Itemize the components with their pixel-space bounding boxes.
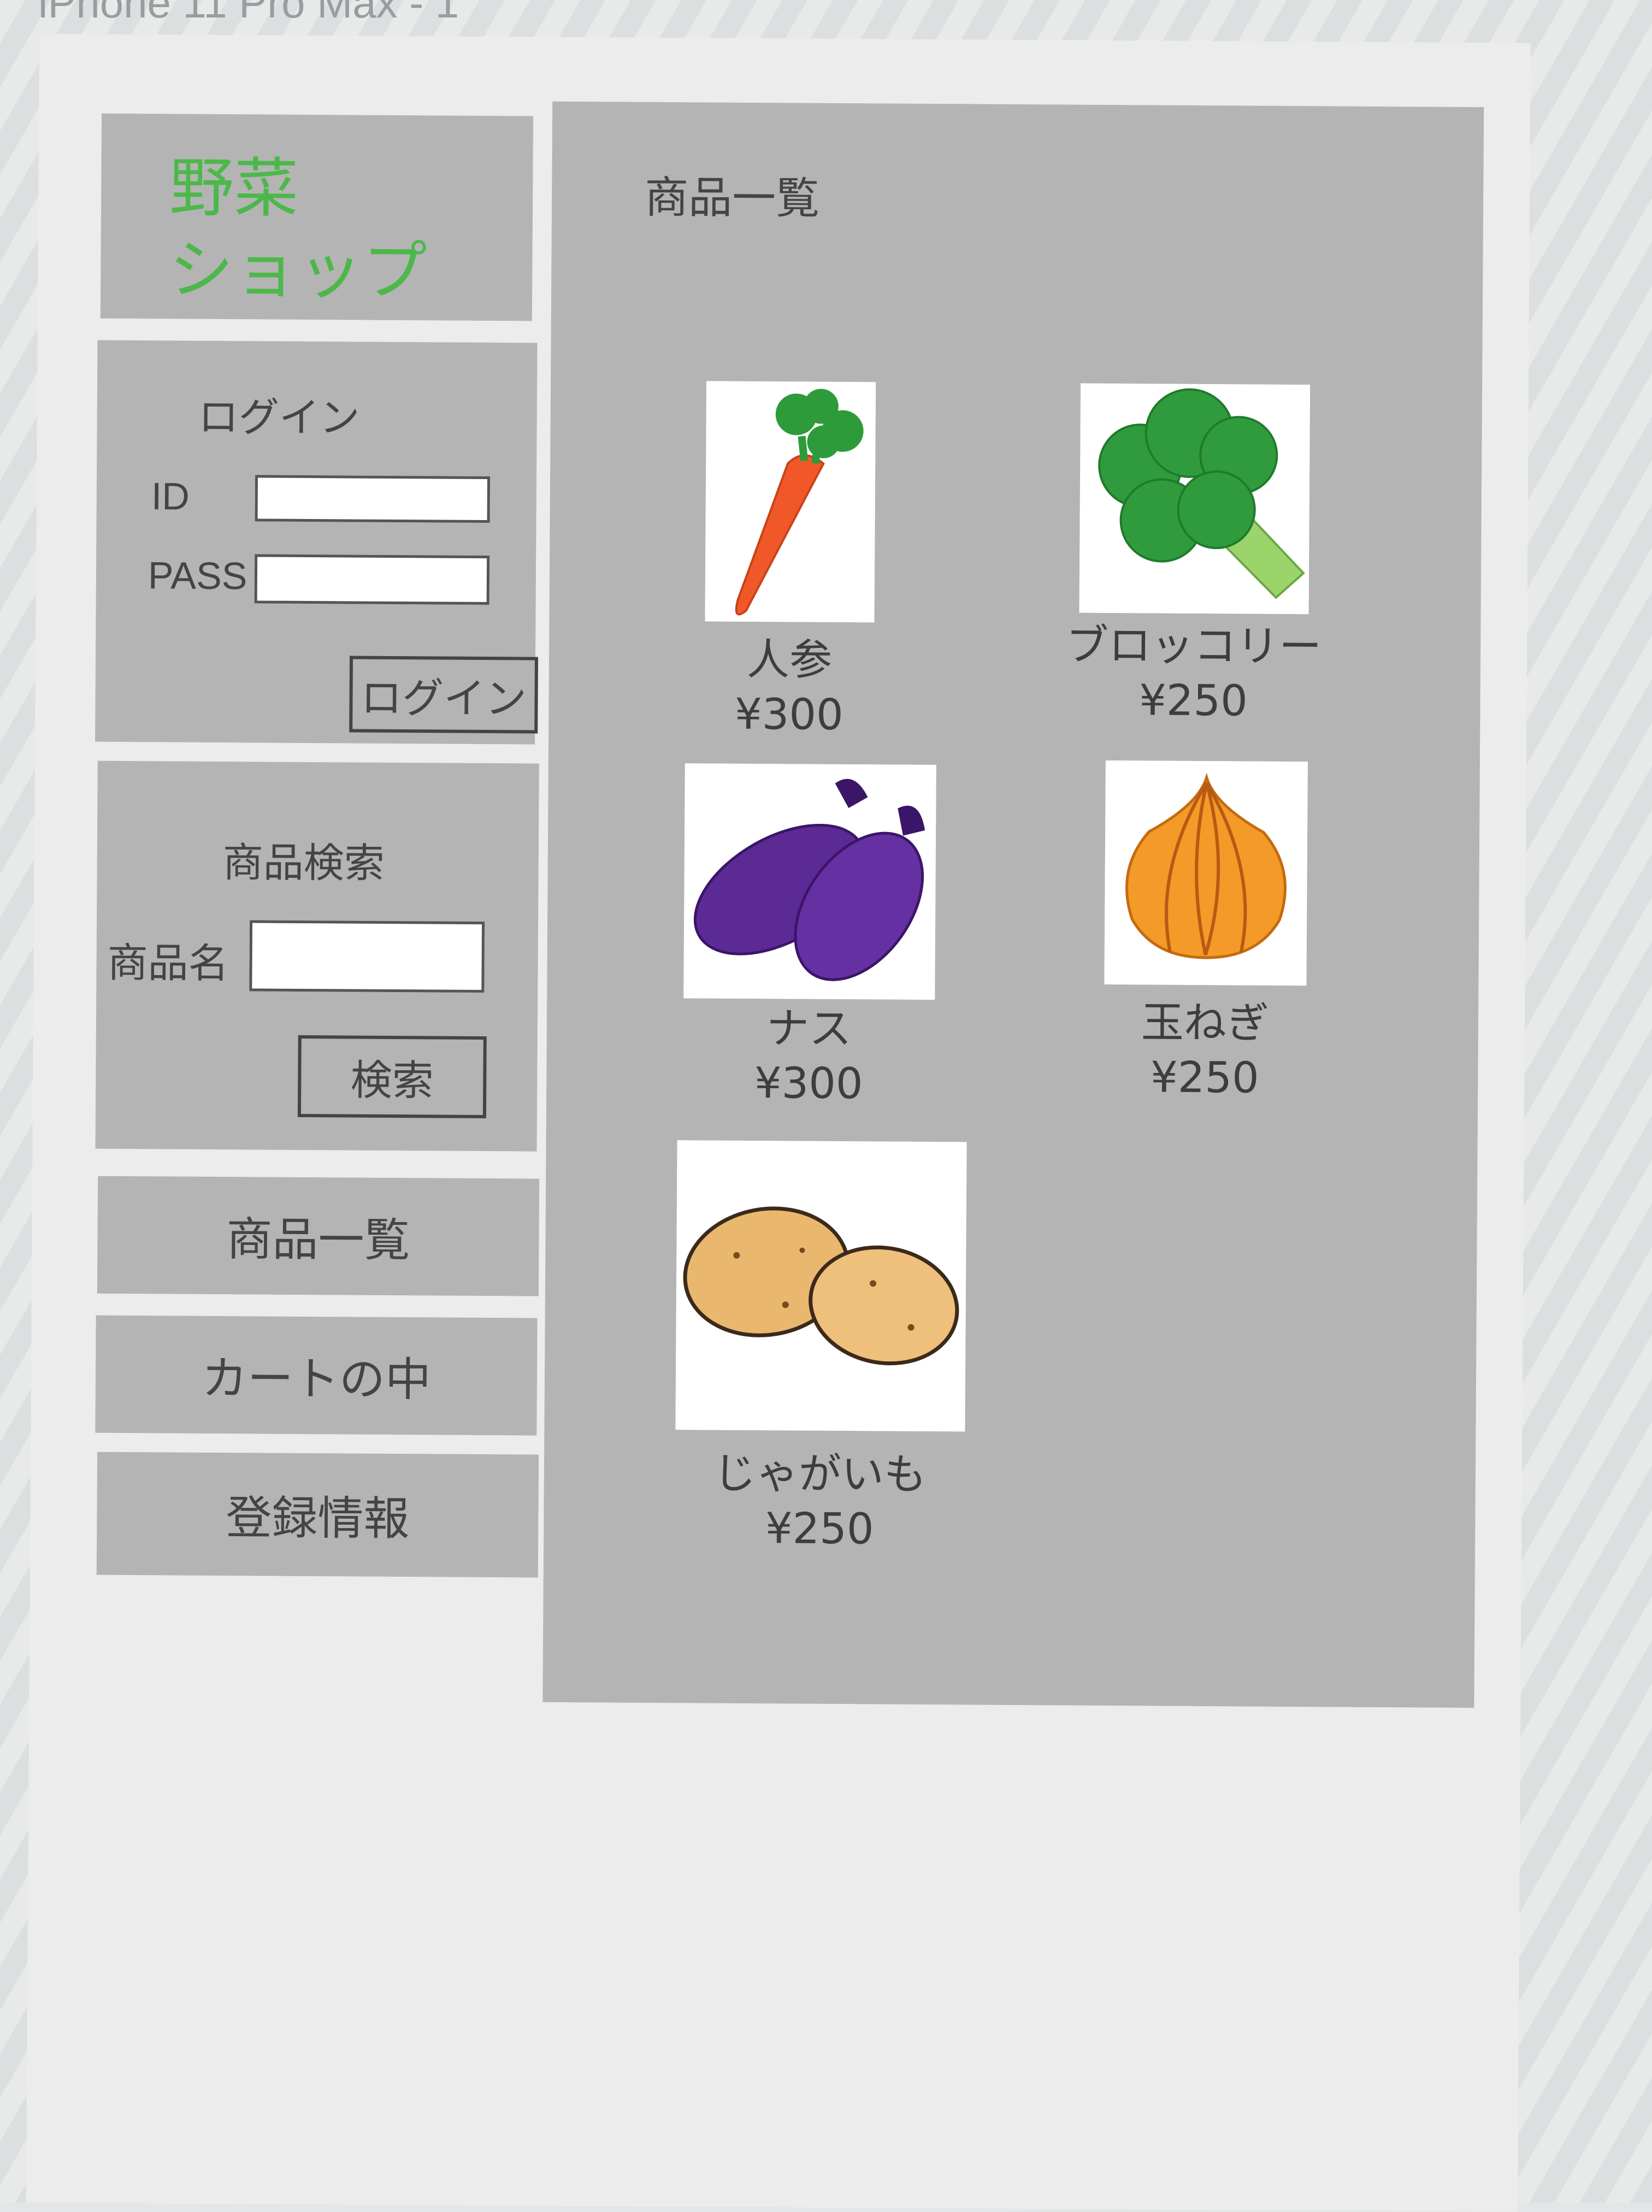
pass-label: PASS [148, 554, 247, 598]
id-label: ID [151, 475, 190, 518]
id-field[interactable] [255, 475, 491, 523]
frame-title: iPhone 11 Pro Max - 1 [38, 0, 459, 27]
artboard: 野菜 ショップ ログイン ID PASS ログイン 商品検索 商品名 検索 商品… [26, 34, 1531, 2212]
product-name-label: 商品名 [107, 939, 229, 988]
product-price: ¥250 [1139, 676, 1248, 726]
logo-line-1: 野菜 [169, 150, 299, 226]
eggplant-icon [683, 763, 936, 1000]
logo-panel: 野菜 ショップ [100, 113, 534, 321]
carrot-icon [705, 381, 876, 623]
product-price: ¥250 [765, 1504, 874, 1554]
search-title: 商品検索 [222, 839, 385, 887]
nav-item-cart[interactable]: カートの中 [95, 1315, 538, 1436]
product-card-eggplant[interactable]: ナス ¥300 [683, 763, 936, 1112]
potato-icon [675, 1140, 967, 1432]
product-price: ¥300 [734, 689, 843, 740]
product-name: 人参 [746, 635, 833, 685]
nav-item-registration[interactable]: 登録情報 [96, 1452, 539, 1578]
product-name-input[interactable] [249, 920, 485, 993]
pass-field[interactable] [254, 554, 490, 605]
product-card-potato[interactable]: じゃがいも ¥250 [669, 1140, 972, 1557]
product-card-onion[interactable]: 玉ねぎ ¥250 [1101, 760, 1311, 1106]
login-panel: ログイン ID PASS ログイン [95, 340, 539, 745]
product-name: ブロッコリー [1065, 621, 1322, 672]
login-button[interactable]: ログイン [349, 656, 539, 734]
product-name: じゃがいも [713, 1449, 927, 1500]
login-title: ログイン [198, 393, 360, 442]
product-name: ナス [766, 1004, 852, 1054]
product-card-broccoli[interactable]: ブロッコリー ¥250 [1040, 383, 1348, 729]
product-card-carrot[interactable]: 人参 ¥300 [685, 381, 895, 742]
product-price: ¥300 [754, 1059, 863, 1109]
logo-line-2: ショップ [168, 232, 427, 309]
nav-item-product-list[interactable]: 商品一覧 [97, 1176, 540, 1296]
onion-icon [1104, 760, 1308, 986]
shop-logo[interactable]: 野菜 ショップ [169, 146, 428, 312]
product-name: 玉ねぎ [1141, 998, 1270, 1048]
product-price: ¥250 [1150, 1053, 1259, 1103]
product-list-panel: 商品一覧 人参 ¥300 ブロッコリー ¥250 ナス ¥300 玉ねぎ ¥25… [542, 101, 1484, 1708]
page-title: 商品一覧 [644, 172, 820, 224]
search-panel: 商品検索 商品名 検索 [95, 760, 539, 1152]
broccoli-icon [1079, 383, 1311, 615]
search-button[interactable]: 検索 [297, 1035, 487, 1119]
